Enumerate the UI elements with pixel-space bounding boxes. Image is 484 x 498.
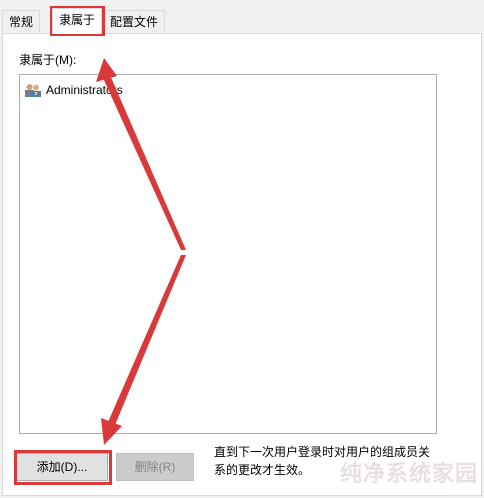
tab-bar: 常规 隶属于 配置文件 — [0, 0, 484, 34]
tab-profile[interactable]: 配置文件 — [103, 10, 166, 32]
tab-member-of[interactable]: 隶属于 — [52, 8, 103, 34]
user-group-icon — [24, 82, 42, 98]
remove-button[interactable]: 删除(R) — [116, 453, 194, 481]
list-item[interactable]: Administrators — [24, 81, 123, 99]
add-button[interactable]: 添加(D)... — [16, 453, 108, 481]
member-of-label: 隶属于(M): — [19, 53, 77, 67]
member-of-list[interactable]: Administrators — [19, 74, 437, 434]
list-item-label: Administrators — [46, 83, 123, 97]
tab-general[interactable]: 常规 — [2, 10, 41, 32]
watermark: 纯净系统家园 — [339, 461, 478, 486]
